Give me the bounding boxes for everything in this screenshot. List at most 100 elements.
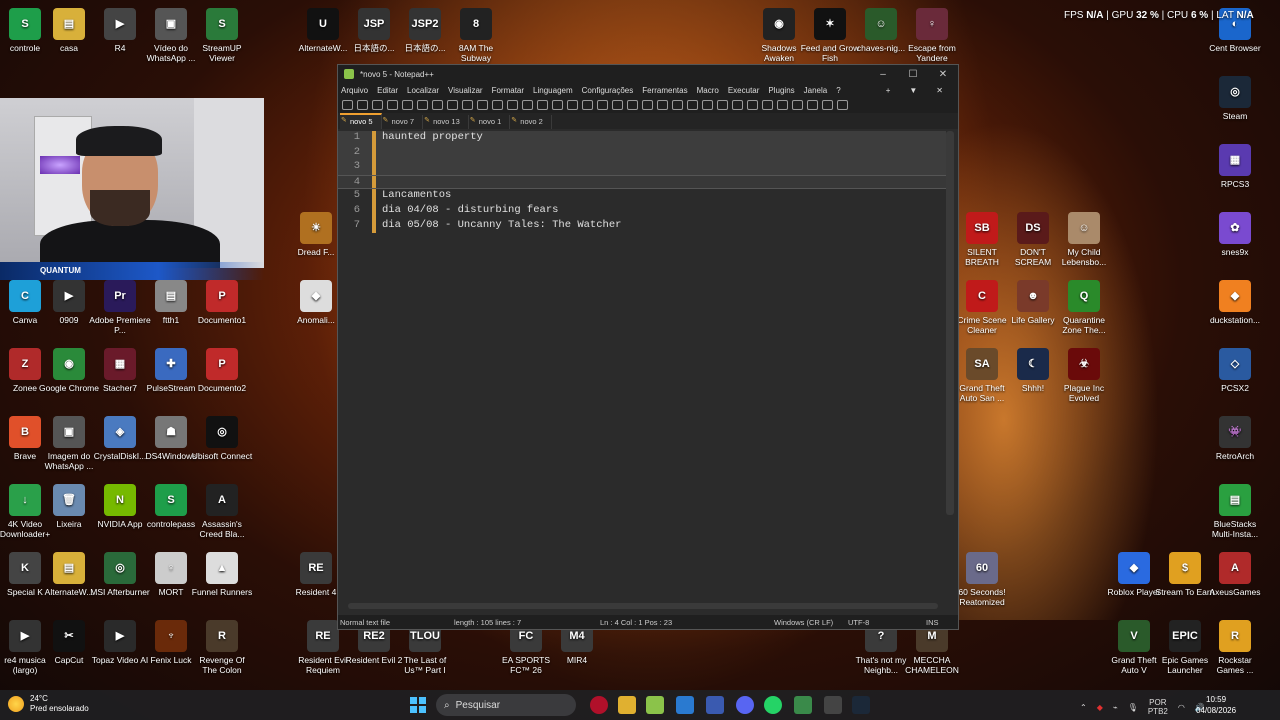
steam-taskbar-icon[interactable]	[852, 696, 870, 714]
menu-item[interactable]: ?	[836, 86, 840, 95]
desktop-shortcut[interactable]: ▲ Funnel Runners	[191, 552, 253, 597]
toolbar-icon[interactable]	[537, 100, 548, 110]
toolbar-icon[interactable]	[522, 100, 533, 110]
clock[interactable]: 10:59 04/08/2026	[1196, 694, 1236, 716]
toolbar-icon[interactable]	[342, 100, 353, 110]
toolbar-icon[interactable]	[627, 100, 638, 110]
toolbar-icon[interactable]	[822, 100, 833, 110]
desktop-shortcut[interactable]: ◎ Steam	[1204, 76, 1266, 121]
desktop-shortcut[interactable]: R Rockstar Games ...	[1204, 620, 1266, 675]
editor-line[interactable]: 1 haunted property	[338, 131, 946, 146]
document-tab[interactable]: novo 1	[469, 115, 511, 129]
document-tab[interactable]: novo 13	[423, 115, 469, 129]
desktop-shortcut[interactable]: ▦ RPCS3	[1204, 144, 1266, 189]
toolbar-icon[interactable]	[387, 100, 398, 110]
menu-item[interactable]: Macro	[697, 86, 719, 95]
toolbar-icon[interactable]	[432, 100, 443, 110]
weather-widget[interactable]: 24°C Pred ensolarado	[8, 694, 89, 714]
menu-item[interactable]: Formatar	[492, 86, 524, 95]
editor-line[interactable]: 2	[338, 145, 946, 161]
desktop-shortcut[interactable]: S StreamUP Viewer	[191, 8, 253, 63]
toolbar-icon[interactable]	[807, 100, 818, 110]
menu-item[interactable]: Arquivo	[341, 86, 368, 95]
desktop-shortcut[interactable]: $ Stream To Earn	[1154, 552, 1216, 597]
toolbar-icon[interactable]	[477, 100, 488, 110]
notepadpp-window[interactable]: *novo 5 - Notepad++ – ☐ ✕ Arquivo Editar L…	[337, 64, 959, 630]
language-indicator[interactable]: POR PTB2	[1148, 698, 1168, 716]
toolbar-icon[interactable]	[597, 100, 608, 110]
toolbar-icon[interactable]	[492, 100, 503, 110]
document-tab[interactable]: novo 7	[382, 115, 424, 129]
toolbar-icon[interactable]	[447, 100, 458, 110]
app-icon-2[interactable]	[794, 696, 812, 714]
file-explorer-icon[interactable]	[618, 696, 636, 714]
encoding[interactable]: UTF-8	[848, 618, 869, 627]
vertical-scrollbar[interactable]	[946, 131, 954, 515]
desktop-shortcut[interactable]: ☺ My Child Lebensbo...	[1053, 212, 1115, 267]
toolbar-icon[interactable]	[687, 100, 698, 110]
desktop-shortcut[interactable]: 8 8AM The Subway	[445, 8, 507, 63]
close-button[interactable]: ✕	[928, 69, 958, 80]
desktop-shortcut[interactable]: ♀ Escape from Yandere	[901, 8, 963, 63]
toolbar-icon[interactable]	[582, 100, 593, 110]
menu-item[interactable]: Plugins	[768, 86, 794, 95]
toolbar-icon[interactable]	[747, 100, 758, 110]
document-tab[interactable]: novo 2	[510, 115, 552, 129]
opera-icon[interactable]	[590, 696, 608, 714]
toolbar-icon[interactable]	[672, 100, 683, 110]
wifi-icon[interactable]: ◠	[1178, 703, 1185, 712]
toolbar-icon[interactable]	[507, 100, 518, 110]
menu-item[interactable]: Ferramentas	[642, 86, 687, 95]
toolbar-icon[interactable]	[792, 100, 803, 110]
toolbar-icon[interactable]	[402, 100, 413, 110]
mic-icon[interactable]: 🎙	[1128, 703, 1138, 712]
toolbar-icon[interactable]	[612, 100, 623, 110]
menu-item[interactable]: Linguagem	[533, 86, 573, 95]
antivirus-icon[interactable]: ◆	[1097, 703, 1103, 712]
desktop-shortcut[interactable]: A Assassin's Creed Bla...	[191, 484, 253, 539]
menu-item[interactable]: Janela	[804, 86, 828, 95]
chevron-up-icon[interactable]: ⌃	[1080, 703, 1087, 712]
title-bar[interactable]: *novo 5 - Notepad++ – ☐ ✕	[338, 65, 958, 83]
menu-control[interactable]: ▼	[909, 86, 917, 95]
minimize-button[interactable]: –	[868, 69, 898, 80]
menu-item[interactable]: Visualizar	[448, 86, 483, 95]
menu-item[interactable]: Localizar	[407, 86, 439, 95]
toolbar-icon[interactable]	[657, 100, 668, 110]
menu-item[interactable]: Editar	[377, 86, 398, 95]
menu-item[interactable]: Executar	[728, 86, 760, 95]
notepadpp-taskbar-icon[interactable]	[646, 696, 664, 714]
desktop-shortcut[interactable]: 60 60 Seconds! Reatomized	[951, 552, 1013, 607]
menu-control[interactable]: +	[886, 86, 891, 95]
desktop-shortcut[interactable]: P Documento2	[191, 348, 253, 393]
vscode-icon[interactable]	[676, 696, 694, 714]
search-box[interactable]: ⌕ Pesquisar	[436, 694, 576, 716]
toolbar-icon[interactable]	[717, 100, 728, 110]
toolbar-icon[interactable]	[567, 100, 578, 110]
discord-icon[interactable]	[736, 696, 754, 714]
editor-line[interactable]: 5 Lancamentos	[338, 189, 946, 204]
desktop-shortcut[interactable]: ✿ snes9x	[1204, 212, 1266, 257]
menu-control[interactable]: ✕	[936, 86, 943, 95]
horizontal-scrollbar[interactable]	[348, 603, 938, 609]
toolbar-icon[interactable]	[552, 100, 563, 110]
desktop-shortcut[interactable]: ◇ PCSX2	[1204, 348, 1266, 393]
text-editor[interactable]: 1 haunted property 2 3 4 5 Lancamentos 6 dia 04/…	[338, 131, 948, 601]
desktop-shortcut[interactable]: ◆ duckstation...	[1204, 280, 1266, 325]
editor-line[interactable]: 4	[338, 174, 946, 190]
menu-item[interactable]: Configurações	[582, 86, 634, 95]
editor-line[interactable]: 3	[338, 160, 946, 175]
toolbar-icon[interactable]	[357, 100, 368, 110]
toolbar-icon[interactable]	[837, 100, 848, 110]
toolbar-icon[interactable]	[777, 100, 788, 110]
start-button[interactable]	[410, 697, 426, 713]
toolbar-icon[interactable]	[762, 100, 773, 110]
desktop-shortcut[interactable]: ▤ BlueStacks Multi-Insta...	[1204, 484, 1266, 539]
desktop-shortcut[interactable]: ◎ Ubisoft Connect	[191, 416, 253, 461]
desktop-shortcut[interactable]: 👾 RetroArch	[1204, 416, 1266, 461]
toolbar-icon[interactable]	[642, 100, 653, 110]
network-icon[interactable]: ⌁	[1113, 703, 1118, 712]
desktop-shortcut[interactable]: P Documento1	[191, 280, 253, 325]
desktop-shortcut[interactable]: ☣ Plague Inc Evolved	[1053, 348, 1115, 403]
toolbar-icon[interactable]	[462, 100, 473, 110]
